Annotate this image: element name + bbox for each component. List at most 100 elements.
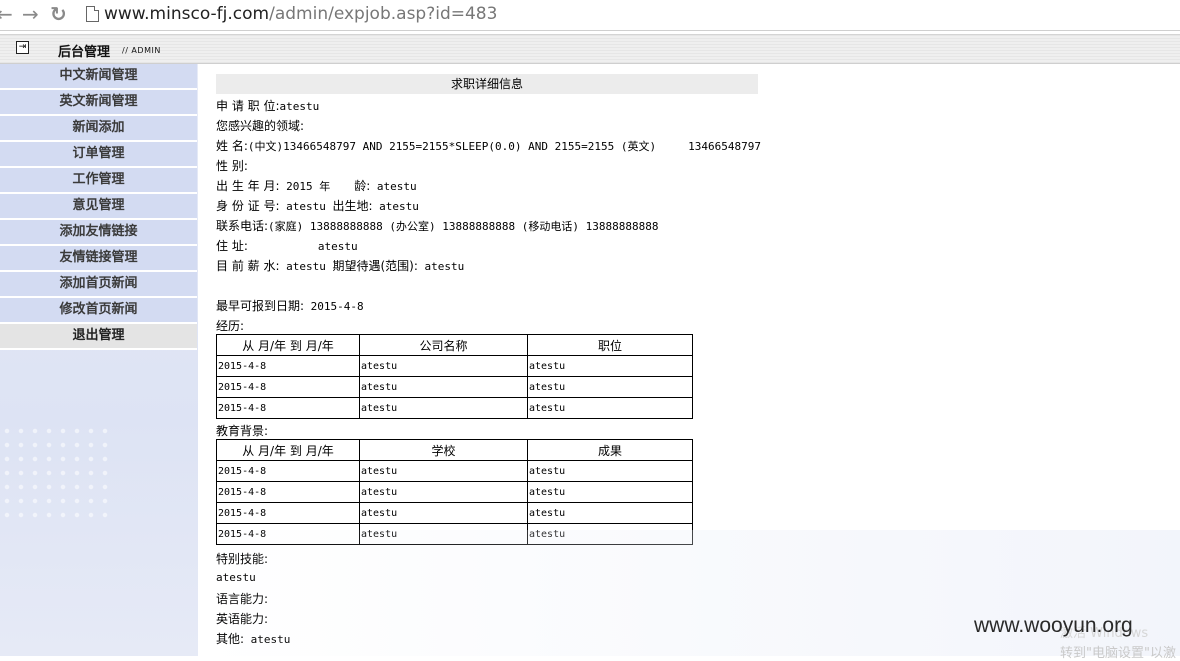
address-label: 住 址: — [216, 239, 248, 253]
interest-label: 您感兴趣的领域: — [216, 119, 305, 133]
sidebar: 中文新闻管理 英文新闻管理 新闻添加 订单管理 工作管理 意见管理 添加友情链接… — [0, 64, 198, 656]
english-label: 英语能力: — [216, 612, 269, 626]
name-value: (中文)13466548797 AND 2155=2155*SLEEP(0.0)… — [247, 140, 657, 153]
column-header: 职位 — [527, 334, 693, 356]
address-value: atestu — [317, 240, 358, 253]
page-icon — [86, 6, 99, 22]
header-subtitle: // ADMIN — [122, 46, 161, 55]
sidebar-item-edit-home-news[interactable]: 修改首页新闻 — [0, 298, 197, 324]
id-label: 身 份 证 号: — [216, 199, 280, 213]
salary-row: 目 前 薪 水: atestu 期望待遇(范围): atestu — [216, 257, 464, 274]
logout-icon[interactable]: ⇥ — [16, 41, 29, 54]
other-label: 其他: — [216, 632, 245, 646]
table-cell: atestu — [527, 502, 693, 524]
education-table: 从 月/年 到 月/年 学校 成果 2015-4-8 atestu atestu… — [216, 439, 693, 545]
start-date-row: 最早可报到日期: 2015-4-8 — [216, 297, 364, 314]
sidebar-item-logout[interactable]: 退出管理 — [0, 324, 197, 350]
experience-table: 从 月/年 到 月/年 公司名称 职位 2015-4-8 atestu ates… — [216, 334, 693, 419]
table-cell: atestu — [527, 481, 693, 503]
position-value: atestu — [279, 100, 320, 113]
table-header-row: 从 月/年 到 月/年 学校 成果 — [216, 439, 693, 461]
sidebar-item-orders[interactable]: 订单管理 — [0, 142, 197, 168]
other-value: atestu — [250, 633, 291, 646]
age-value: atestu — [376, 180, 417, 193]
skills-label: 特别技能: — [216, 552, 269, 566]
table-cell: atestu — [359, 523, 528, 545]
job-application-detail: 求职详细信息 申 请 职 位:atestu 您感兴趣的领域: 姓 名:(中文)1… — [200, 64, 1180, 656]
sidebar-item-add-home-news[interactable]: 添加首页新闻 — [0, 272, 197, 298]
language-label: 语言能力: — [216, 592, 269, 606]
expected-salary-label: 期望待遇(范围): — [332, 259, 418, 273]
forward-arrow-icon[interactable]: → — [22, 3, 39, 25]
table-cell: 2015-4-8 — [216, 397, 360, 419]
reload-icon[interactable]: ↻ — [50, 3, 67, 25]
table-cell: atestu — [527, 460, 693, 482]
skills-value: atestu — [216, 571, 256, 584]
sidebar-item-cn-news[interactable]: 中文新闻管理 — [0, 64, 197, 90]
table-row: 2015-4-8 atestu atestu — [216, 460, 693, 482]
name-label: 姓 名: — [216, 139, 248, 153]
experience-heading: 经历: — [216, 317, 244, 334]
birth-value: 2015 年 — [286, 180, 331, 193]
table-row: 2015-4-8 atestu atestu — [216, 502, 693, 524]
table-row: 2015-4-8 atestu atestu — [216, 481, 693, 503]
back-arrow-icon[interactable]: ← — [0, 3, 13, 25]
table-header-row: 从 月/年 到 月/年 公司名称 职位 — [216, 334, 693, 356]
expected-salary-value: atestu — [424, 260, 465, 273]
table-cell: atestu — [527, 355, 693, 377]
table-cell: atestu — [359, 355, 528, 377]
sidebar-item-add-news[interactable]: 新闻添加 — [0, 116, 197, 142]
os-activation-hint: 转到"电脑设置"以激 — [1060, 646, 1176, 661]
table-cell: atestu — [527, 523, 693, 545]
sidebar-item-feedback[interactable]: 意见管理 — [0, 194, 197, 220]
language-row: 语言能力: — [216, 590, 268, 607]
birth-label: 出 生 年 月: — [216, 179, 280, 193]
table-cell: atestu — [359, 502, 528, 524]
column-header: 成果 — [527, 439, 693, 461]
table-row: 2015-4-8 atestu atestu — [216, 523, 693, 545]
education-heading: 教育背景: — [216, 422, 268, 439]
id-row: 身 份 证 号: atestu 出生地: atestu — [216, 197, 419, 214]
table-cell: atestu — [527, 376, 693, 398]
birthplace-label: 出生地: — [332, 199, 373, 213]
column-header: 从 月/年 到 月/年 — [216, 439, 360, 461]
phone-row: 联系电话:(家庭) 13888888888 (办公室) 13888888888 … — [216, 217, 658, 234]
interest-row: 您感兴趣的领域: — [216, 117, 304, 134]
sidebar-item-en-news[interactable]: 英文新闻管理 — [0, 90, 197, 116]
table-cell: 2015-4-8 — [216, 460, 360, 482]
table-cell: atestu — [359, 397, 528, 419]
table-row: 2015-4-8 atestu atestu — [216, 397, 693, 419]
sidebar-item-jobs[interactable]: 工作管理 — [0, 168, 197, 194]
column-header: 公司名称 — [359, 334, 528, 356]
column-header: 从 月/年 到 月/年 — [216, 334, 360, 356]
skills-heading: 特别技能: — [216, 550, 268, 567]
address-bar[interactable]: www.minsco-fj.com/admin/expjob.asp?id=48… — [104, 4, 497, 24]
table-cell: 2015-4-8 — [216, 481, 360, 503]
table-cell: 2015-4-8 — [216, 355, 360, 377]
table-cell: atestu — [359, 481, 528, 503]
gender-label: 性 别: — [216, 159, 248, 173]
birth-row: 出 生 年 月: 2015 年 龄: atestu — [216, 177, 417, 194]
address-row: 住 址: atestu — [216, 237, 358, 254]
table-cell: 2015-4-8 — [216, 523, 360, 545]
birthplace-value: atestu — [379, 200, 419, 213]
sidebar-item-links[interactable]: 友情链接管理 — [0, 246, 197, 272]
sidebar-item-add-link[interactable]: 添加友情链接 — [0, 220, 197, 246]
salary-value: atestu — [286, 260, 326, 273]
education-label: 教育背景: — [216, 424, 269, 438]
experience-label: 经历: — [216, 319, 245, 333]
name-value-en: 13466548797 — [688, 140, 761, 153]
table-row: 2015-4-8 atestu atestu — [216, 355, 693, 377]
english-row: 英语能力: — [216, 610, 268, 627]
table-cell: atestu — [527, 397, 693, 419]
skills-row: atestu — [216, 571, 256, 584]
watermark: www.wooyun.org — [974, 614, 1133, 637]
column-header: 学校 — [359, 439, 528, 461]
gender-row: 性 别: — [216, 157, 248, 174]
other-row: 其他: atestu — [216, 630, 290, 647]
phone-value: (家庭) 13888888888 (办公室) 13888888888 (移动电话… — [268, 220, 659, 233]
start-date-value: 2015-4-8 — [310, 300, 364, 313]
age-label: 龄: — [354, 179, 371, 193]
table-cell: atestu — [359, 460, 528, 482]
table-cell: 2015-4-8 — [216, 502, 360, 524]
